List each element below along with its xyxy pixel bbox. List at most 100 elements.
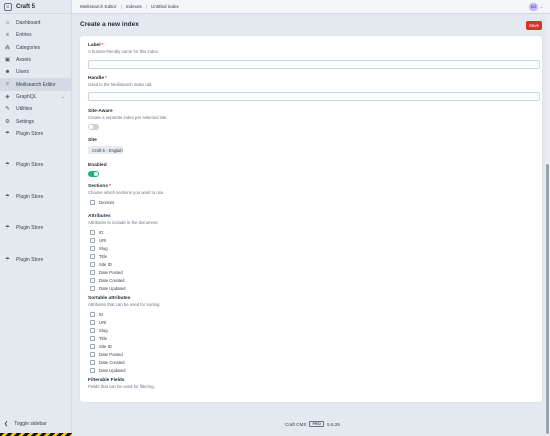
sortable-attributes-field: Sortable attributes Attributes that can … — [88, 296, 161, 307]
save-button[interactable]: Save — [526, 21, 542, 30]
sidebar-item-plugin-store[interactable]: ☂ Plugin Store — [0, 191, 43, 203]
checkbox-label: Date Updated — [99, 286, 126, 291]
sections-label: Sections — [88, 184, 108, 189]
checkbox[interactable] — [90, 328, 95, 333]
site-header[interactable]: C Craft 5 — [0, 0, 71, 14]
checkbox[interactable] — [90, 254, 95, 259]
enabled-toggle[interactable] — [88, 171, 99, 177]
site-aware-toggle[interactable] — [88, 124, 99, 130]
checkbox[interactable] — [90, 336, 95, 341]
filterable-fields-hint: Fields that can be used for filtering. — [88, 384, 155, 389]
enabled-field: Enabled — [88, 163, 107, 168]
checkbox-option[interactable]: Slug — [90, 328, 108, 333]
checkbox-option[interactable]: Date Created — [90, 360, 125, 365]
checkbox-option[interactable]: Date Updated — [90, 286, 126, 291]
sidebar-item-utilities[interactable]: ✎ Utilities — [0, 103, 71, 115]
sortable-attributes-label: Sortable attributes — [88, 296, 131, 301]
site-select[interactable]: Craft 5 - English ⌄ — [88, 146, 123, 154]
version-number: 5.6.25 — [327, 421, 340, 427]
sidebar-item-label: Dashboard — [16, 20, 41, 27]
checkbox-label: Date Updated — [99, 368, 126, 373]
checkbox-option[interactable]: Date Created — [90, 278, 125, 283]
sidebar-item-assets[interactable]: ▣ Assets — [0, 54, 71, 66]
breadcrumb-item[interactable]: Meilisearch Editor — [80, 4, 117, 9]
checkbox[interactable] — [90, 344, 95, 349]
checkbox[interactable] — [90, 368, 95, 373]
scrollbar-thumb[interactable] — [546, 164, 549, 434]
sidebar-item-label: GraphQL — [16, 93, 37, 100]
sidebar-item-label: Plugin Store — [16, 162, 44, 169]
sidebar-item-meilisearch-editor[interactable]: ⌕ Meilisearch Editor — [0, 78, 71, 91]
checkbox-option[interactable]: ID — [90, 312, 103, 317]
sidebar-item-plugin-store[interactable]: ☂ Plugin Store — [0, 159, 43, 171]
checkbox[interactable] — [90, 312, 95, 317]
sidebar-item-users[interactable]: ☻ Users — [0, 66, 71, 78]
label-input[interactable] — [88, 60, 540, 69]
sidebar-item-categories[interactable]: ⁂ Categories — [0, 42, 71, 54]
sidebar-item-dashboard[interactable]: ⌂ Dashboard — [0, 17, 71, 29]
breadcrumb-item[interactable]: Indexes — [126, 4, 142, 9]
avatar[interactable]: DO — [529, 3, 538, 11]
toggle-sidebar-button[interactable]: ❮ Toggle sidebar — [4, 421, 47, 427]
toggle-sidebar-label: Toggle sidebar — [14, 421, 47, 427]
checkbox-option[interactable]: Date Posted — [90, 270, 123, 275]
checkbox-label: Site ID — [99, 262, 112, 267]
sidebar-item-plugin-store[interactable]: ☂ Plugin Store — [0, 222, 43, 234]
sidebar: C Craft 5 ⌂ Dashboard ≡ Entries ⁂ Categorie… — [0, 0, 72, 436]
checkbox-option[interactable]: Date Posted — [90, 352, 123, 357]
checkbox[interactable] — [90, 230, 95, 235]
filterable-fields-label: Filterable Fields — [88, 378, 125, 383]
site-aware-label: Site-Aware — [88, 109, 113, 114]
checkbox-option[interactable]: Site ID — [90, 344, 112, 349]
checkbox-option[interactable]: Title — [90, 336, 107, 341]
checkbox-option[interactable]: Slug — [90, 246, 108, 251]
checkbox[interactable] — [90, 278, 95, 283]
sidebar-item-label: Categories — [16, 44, 41, 51]
checkbox-option[interactable]: Site ID — [90, 262, 112, 267]
required-indicator: * — [109, 184, 111, 189]
sidebar-item-label: Assets — [16, 57, 32, 64]
sidebar-item-label: Utilities — [16, 106, 33, 113]
users-icon: ☻ — [4, 69, 11, 76]
handle-input[interactable] — [88, 92, 540, 101]
chevron-left-icon: ❮ — [4, 421, 9, 427]
chevron-down-icon[interactable]: ⌄ — [540, 4, 543, 9]
form-card: Label* A human-friendly name for this in… — [80, 36, 542, 402]
checkbox-label: ID — [99, 230, 104, 235]
checkbox-label: Date Posted — [99, 270, 123, 275]
site-field: Site — [88, 138, 97, 143]
checkbox[interactable] — [90, 286, 95, 291]
plugin-store-icon: ☂ — [5, 257, 10, 264]
utilities-icon: ✎ — [5, 106, 10, 113]
sidebar-item-label: Plugin Store — [16, 130, 44, 137]
checkbox-label: Date Created — [99, 360, 125, 365]
checkbox-option[interactable]: Devices — [90, 200, 114, 205]
checkbox-option[interactable]: URI — [90, 320, 106, 325]
checkbox[interactable] — [90, 238, 95, 243]
checkbox[interactable] — [90, 320, 95, 325]
sidebar-item-label: Users — [16, 69, 30, 76]
checkbox[interactable] — [90, 200, 95, 205]
scrollbar[interactable] — [545, 14, 550, 436]
checkbox[interactable] — [90, 270, 95, 275]
site-label: Site — [88, 138, 97, 143]
checkbox-option[interactable]: Title — [90, 254, 107, 259]
sidebar-item-graphql[interactable]: ◈ GraphQL ⌄ — [0, 91, 71, 103]
sidebar-item-settings[interactable]: ⚙ Settings — [0, 115, 71, 127]
checkbox[interactable] — [90, 352, 95, 357]
sidebar-item-plugin-store[interactable]: ☂ Plugin Store — [0, 128, 71, 140]
breadcrumb-separator: | — [145, 4, 148, 9]
sidebar-item-entries[interactable]: ≡ Entries — [0, 29, 71, 41]
checkbox-option[interactable]: ID — [90, 230, 103, 235]
chevron-down-icon[interactable]: ⌄ — [61, 94, 65, 100]
checkbox[interactable] — [90, 262, 95, 267]
checkbox-option[interactable]: URI — [90, 238, 106, 243]
checkbox[interactable] — [90, 246, 95, 251]
checkbox-label: Slug — [99, 246, 108, 251]
sidebar-item-plugin-store[interactable]: ☂ Plugin Store — [0, 254, 43, 266]
checkbox[interactable] — [90, 360, 95, 365]
checkbox-option[interactable]: Date Updated — [90, 368, 126, 373]
checkbox-label: ID — [99, 312, 104, 317]
entries-icon: ≡ — [5, 32, 10, 39]
breadcrumb-item[interactable]: Untitled index — [151, 4, 179, 9]
